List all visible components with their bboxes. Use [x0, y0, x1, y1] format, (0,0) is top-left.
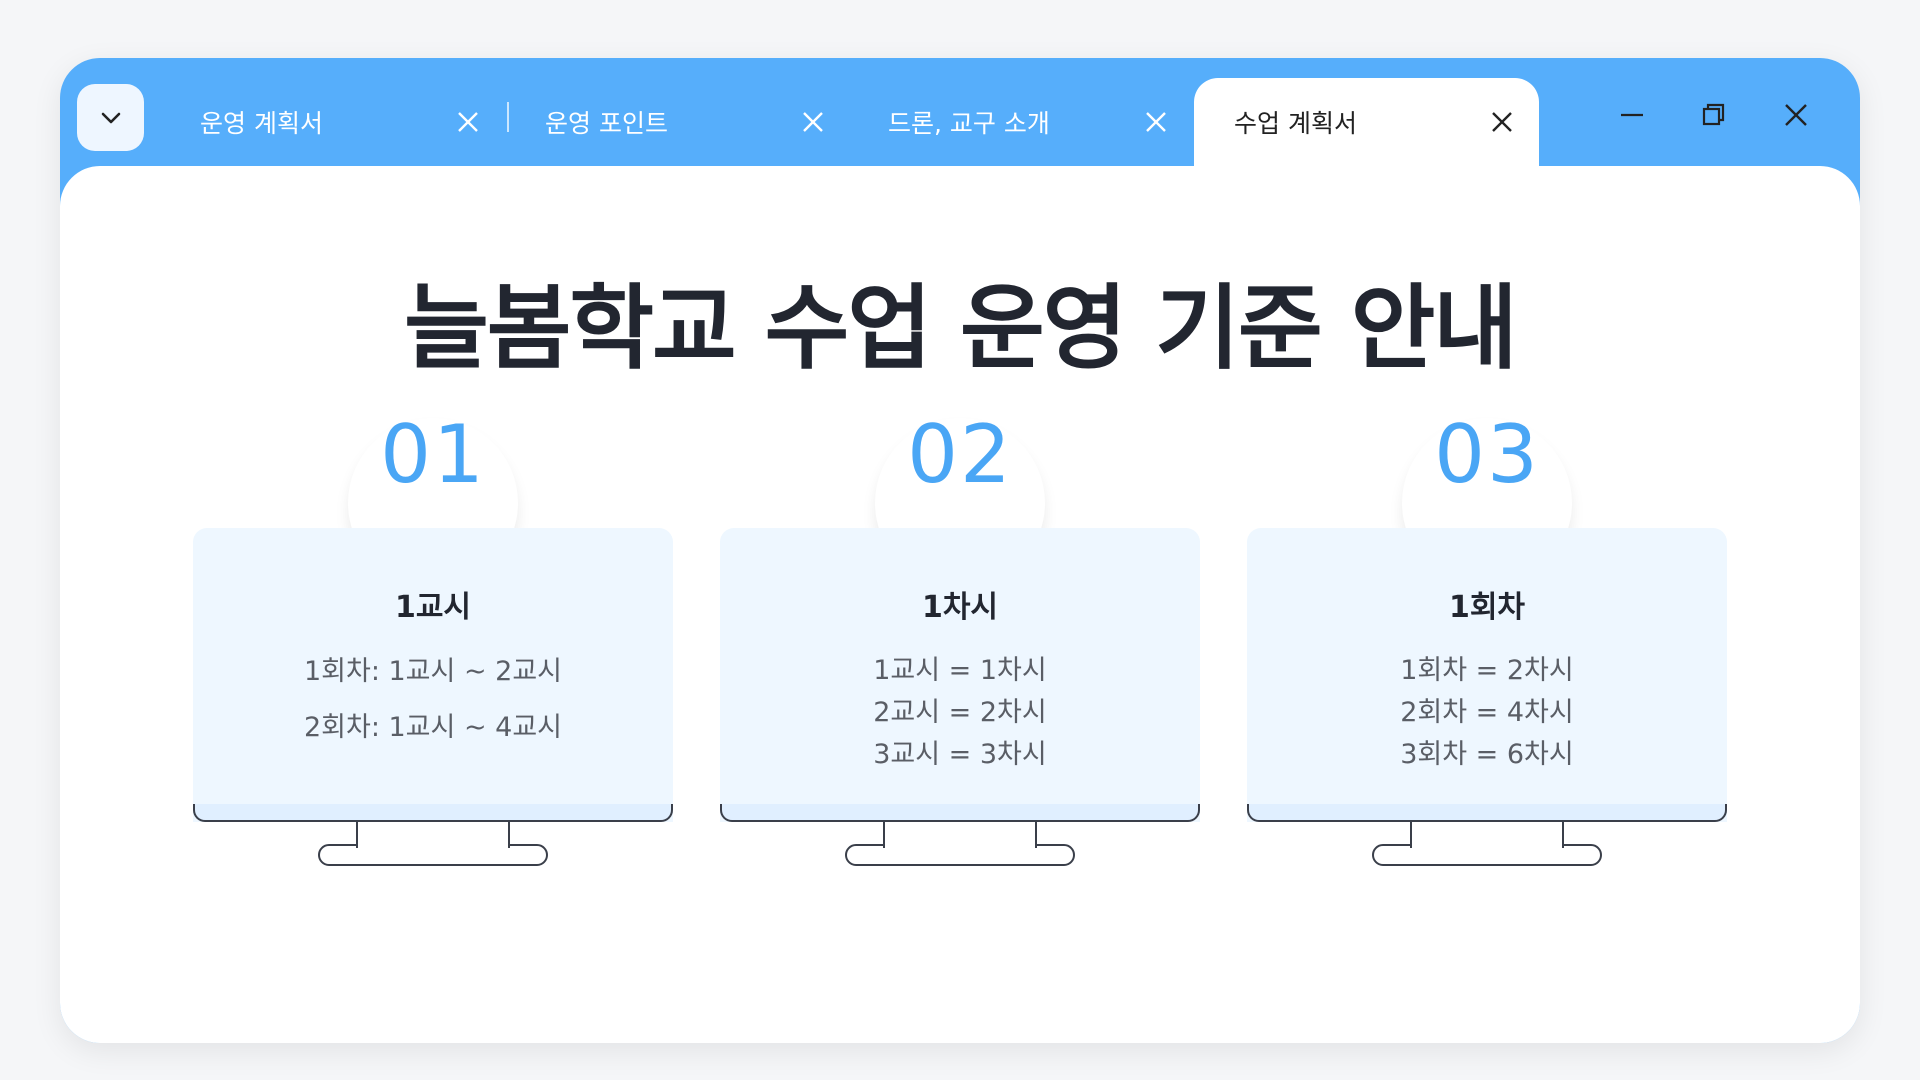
close-icon	[803, 112, 823, 132]
card-line: 2교시 = 2차시	[873, 697, 1047, 728]
card-lines: 1교시 = 1차시 2교시 = 2차시 3교시 = 3차시	[720, 650, 1200, 776]
close-icon	[458, 112, 478, 132]
slide-content: 늘봄학교 수업 운영 기준 안내 01 1교시 1회차: 1교시 ~ 2교시 2…	[60, 166, 1860, 1043]
tab-drone-intro[interactable]: 드론, 교구 소개	[848, 78, 1193, 166]
card-line: 3회차 = 6차시	[1400, 739, 1574, 770]
card-line: 1교시 = 1차시	[873, 655, 1047, 686]
restore-icon	[1702, 103, 1725, 126]
monitor-neck-join	[356, 840, 510, 848]
tab-operation-plan[interactable]: 운영 계획서	[160, 78, 505, 166]
tab-lesson-plan[interactable]: 수업 계획서	[1194, 78, 1539, 166]
card-line: 1회차: 1교시 ~ 2교시	[303, 656, 563, 687]
card-line: 1회차 = 2차시	[1400, 655, 1574, 686]
close-icon	[1492, 112, 1512, 132]
tab-label: 드론, 교구 소개	[888, 109, 1050, 138]
card-line: 2회차 = 4차시	[1400, 697, 1574, 728]
card-line: 2회차: 1교시 ~ 4교시	[303, 712, 563, 743]
tab-label: 운영 계획서	[200, 109, 323, 138]
window-close-button[interactable]	[1774, 93, 1818, 137]
restore-button[interactable]	[1692, 93, 1736, 137]
tab-menu-button[interactable]	[77, 84, 144, 151]
tab-close-button[interactable]	[798, 107, 828, 137]
minimize-icon	[1621, 113, 1643, 117]
card-lines: 1회차 = 2차시 2회차 = 4차시 3회차 = 6차시	[1247, 650, 1727, 776]
tab-close-button[interactable]	[1487, 107, 1517, 137]
monitor-card-1: 01 1교시 1회차: 1교시 ~ 2교시 2회차: 1교시 ~ 4교시	[193, 408, 673, 878]
card-heading: 1차시	[921, 590, 999, 625]
close-icon	[1785, 104, 1807, 126]
tab-operation-points[interactable]: 운영 포인트	[505, 78, 850, 166]
app-window: 운영 계획서 운영 포인트 드론, 교구 소개 수업 계획서 늘봄학교 수업 운…	[60, 58, 1860, 1043]
tab-label: 운영 포인트	[545, 109, 668, 138]
monitor-card-2: 02 1차시 1교시 = 1차시 2교시 = 2차시 3교시 = 3차시	[720, 408, 1200, 878]
monitor-neck-join	[1410, 840, 1564, 848]
card-line: 3교시 = 3차시	[873, 739, 1047, 770]
monitor-card-3: 03 1회차 1회차 = 2차시 2회차 = 4차시 3회차 = 6차시	[1247, 408, 1727, 878]
minimize-button[interactable]	[1610, 93, 1654, 137]
card-lines: 1회차: 1교시 ~ 2교시 2회차: 1교시 ~ 4교시	[193, 650, 673, 762]
monitor-bezel	[720, 804, 1200, 822]
card-number: 01	[380, 408, 486, 501]
card-heading: 1회차	[1448, 590, 1526, 625]
card-number: 02	[907, 408, 1013, 501]
tab-bar: 운영 계획서 운영 포인트 드론, 교구 소개 수업 계획서	[60, 58, 1860, 166]
monitor-neck-join	[883, 840, 1037, 848]
monitor-bezel	[193, 804, 673, 822]
chevron-down-icon	[101, 112, 120, 123]
card-number: 03	[1434, 408, 1540, 501]
card-heading: 1교시	[394, 590, 472, 625]
tab-label: 수업 계획서	[1234, 109, 1357, 138]
tab-close-button[interactable]	[1141, 107, 1171, 137]
close-icon	[1146, 112, 1166, 132]
page-title: 늘봄학교 수업 운영 기준 안내	[404, 275, 1518, 382]
tab-close-button[interactable]	[453, 107, 483, 137]
monitor-bezel	[1247, 804, 1727, 822]
